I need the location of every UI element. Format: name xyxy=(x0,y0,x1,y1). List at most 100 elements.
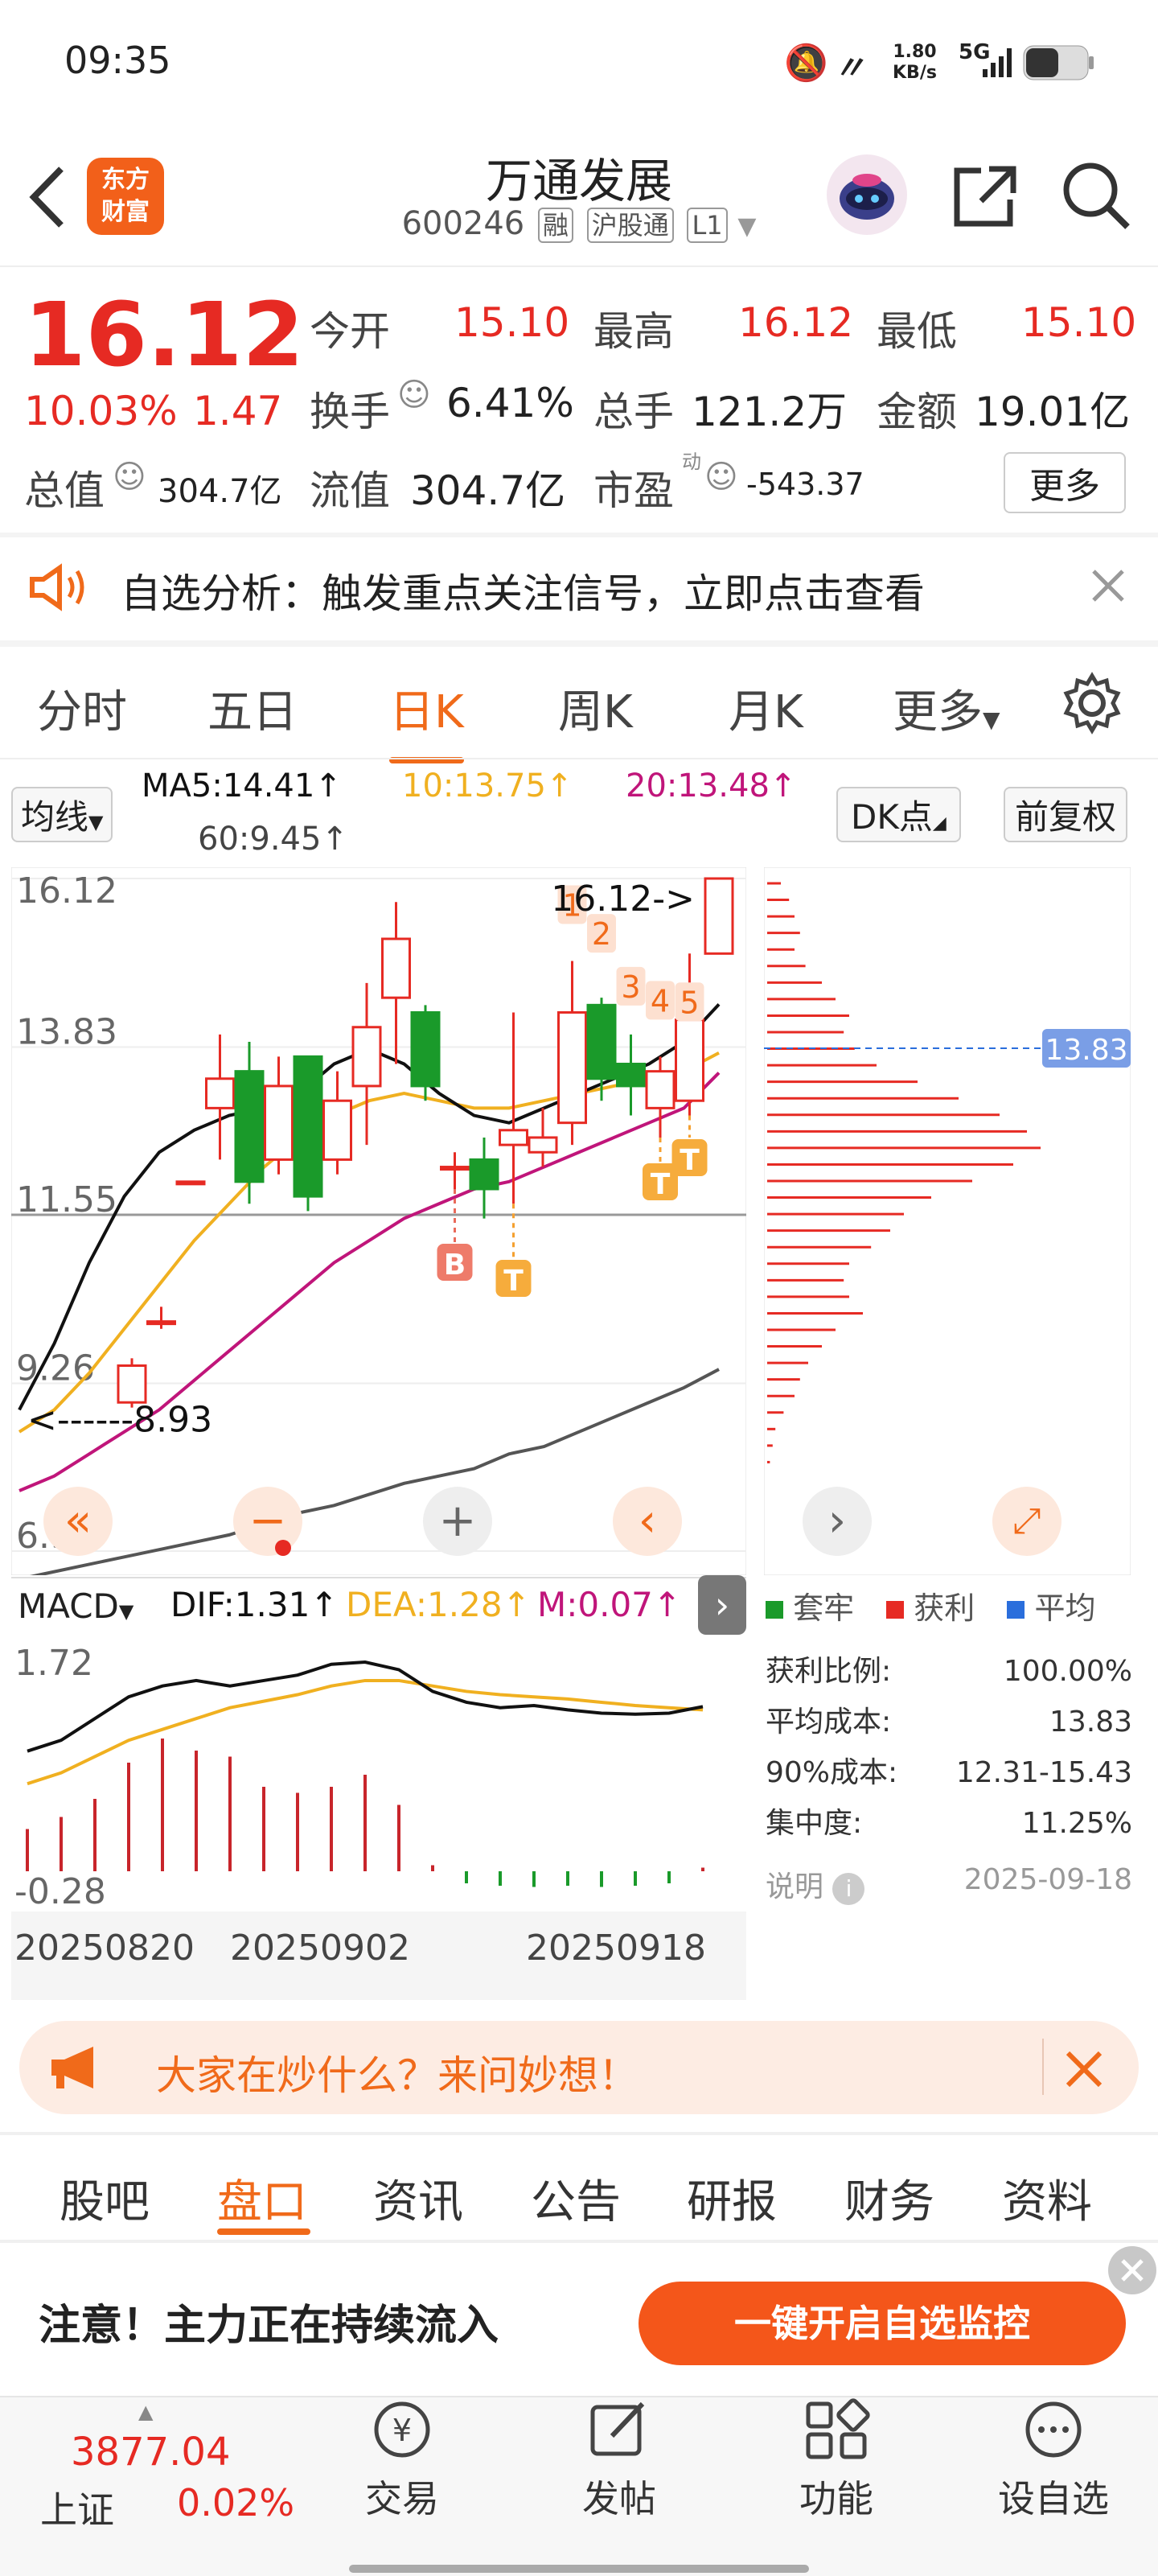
macd-selector[interactable]: MACD▼ xyxy=(11,1585,141,1627)
tab-forum[interactable]: 股吧 xyxy=(60,2166,150,2231)
info-tabs: 股吧 盘口 资讯 公告 研报 财务 资料 xyxy=(0,2135,1158,2240)
dk-point-button[interactable]: DK点◢ xyxy=(836,787,961,842)
pe-label: 市盈 xyxy=(593,467,674,514)
chart-tabs: 分时 五日 日K 周K 月K 更多▼ xyxy=(0,652,1158,763)
nav-functions[interactable]: 功能 xyxy=(756,2397,917,2523)
chip-legend: 套牢 获利 平均 xyxy=(766,1583,1096,1627)
ma-selector[interactable]: 均线▼ xyxy=(11,787,113,842)
chip-stat-row: 获利比例: 100.00% xyxy=(766,1655,1132,1688)
tab-monthly-k[interactable]: 月K xyxy=(729,676,803,741)
zoom-in-button[interactable]: + xyxy=(423,1487,492,1556)
index-name: 上证 xyxy=(40,2488,114,2532)
close-icon[interactable] xyxy=(1090,568,1126,607)
tab-five-day[interactable]: 五日 xyxy=(207,676,298,741)
tab-orderbook[interactable]: 盘口 xyxy=(217,2166,307,2231)
assistant-avatar-icon[interactable] xyxy=(827,154,907,235)
index-change: 0.02% xyxy=(177,2481,295,2525)
mute-icon: 🔕 xyxy=(784,43,828,84)
share-icon[interactable] xyxy=(949,159,1021,235)
chip-stat-row: 90%成本: 12.31-15.43 xyxy=(766,1756,1132,1789)
adjust-button[interactable]: 前复权 xyxy=(1004,787,1128,842)
macd-dif: DIF:1.31↑ xyxy=(170,1585,339,1624)
pe-info-icon[interactable]: ☺ xyxy=(704,459,738,496)
search-icon[interactable] xyxy=(1060,159,1132,235)
promo-close-icon[interactable] xyxy=(1065,2050,1103,2092)
mktcap-info-icon[interactable]: ☺ xyxy=(113,459,146,496)
candle-body xyxy=(117,1364,147,1404)
settings-gear-icon[interactable] xyxy=(1060,671,1124,739)
y-tick-label: 16.12 xyxy=(16,870,117,911)
candle-body xyxy=(205,1077,235,1109)
pe-value: -543.37 xyxy=(746,467,864,502)
chip-frame xyxy=(764,867,1131,1575)
candlestick-chart[interactable]: 16.1213.8311.559.266.98123456BTTT16.12->… xyxy=(11,867,746,1575)
tag-level: L1 xyxy=(687,208,728,243)
legend-avg-swatch xyxy=(1007,1601,1025,1619)
tab-announcements[interactable]: 公告 xyxy=(531,2166,621,2231)
grid-icon xyxy=(806,2398,870,2459)
macd-y-tick: 1.72 xyxy=(14,1643,93,1684)
ma20-value: 20:13.48↑ xyxy=(626,767,797,804)
candle-body xyxy=(175,1180,206,1186)
tab-research[interactable]: 研报 xyxy=(687,2166,777,2231)
candle-body xyxy=(234,1070,265,1183)
prev-button[interactable]: ‹ xyxy=(613,1487,682,1556)
notice-close-icon[interactable] xyxy=(1108,2246,1156,2294)
marker-label: 3 xyxy=(621,969,640,1005)
tab-more[interactable]: 更多▼ xyxy=(893,676,1000,741)
tab-profile[interactable]: 资料 xyxy=(1002,2166,1092,2231)
info-icon[interactable]: ☺ xyxy=(397,377,431,414)
nav-post[interactable]: 发帖 xyxy=(539,2397,700,2523)
zoom-out-button[interactable]: − xyxy=(233,1487,302,1556)
tab-weekly-k[interactable]: 周K xyxy=(558,676,633,741)
active-tab-indicator xyxy=(217,2228,310,2235)
rewind-button[interactable]: « xyxy=(43,1487,113,1556)
fund-flow-notice: 注意！主力正在持续流入 一键开启自选监控 xyxy=(0,2243,1158,2396)
enable-monitor-button[interactable]: 一键开启自选监控 xyxy=(639,2282,1126,2365)
amount-label: 金额 xyxy=(877,389,957,435)
y-tick-label: 9.26 xyxy=(16,1348,95,1389)
x-tick-label: 20250902 xyxy=(230,1928,410,1969)
expand-indicator-button[interactable]: › xyxy=(698,1575,746,1635)
tab-finance[interactable]: 财务 xyxy=(844,2166,934,2231)
chip-note-link[interactable]: 说明 i xyxy=(766,1863,865,1905)
candle-body xyxy=(645,1070,676,1109)
change-amount: 1.47 xyxy=(193,388,283,434)
candle-body xyxy=(557,1010,587,1125)
signal-bars-icon xyxy=(983,47,1016,82)
nav-add-watchlist[interactable]: 设自选 xyxy=(973,2397,1134,2523)
nav-trade[interactable]: ¥ 交易 xyxy=(322,2397,482,2523)
network-speed: 1.80 KB/s xyxy=(893,42,937,83)
tag-margin: 融 xyxy=(537,208,573,243)
candle-body xyxy=(499,1129,528,1146)
signal-label: T xyxy=(651,1168,671,1201)
turnover-label: 换手 xyxy=(310,389,390,435)
more-button[interactable]: 更多 xyxy=(1004,452,1126,513)
last-price: 16.12 xyxy=(24,283,304,386)
chip-footer: 说明 i 2025-09-18 xyxy=(766,1863,1132,1905)
chip-stats: 获利比例: 100.00% 平均成本: 13.83 90%成本: 12.31-15.4… xyxy=(766,1646,1132,1849)
candle-body xyxy=(264,1084,294,1161)
signal-alert-bar[interactable]: 自选分析：触发重点关注信号，立即点击查看 xyxy=(0,536,1158,640)
edit-icon xyxy=(590,2401,645,2456)
index-value[interactable]: 3877.04 xyxy=(71,2430,231,2475)
high-value: 16.12 xyxy=(738,299,854,346)
tab-intraday[interactable]: 分时 xyxy=(37,676,127,741)
next-button[interactable]: › xyxy=(803,1487,872,1556)
tab-news[interactable]: 资讯 xyxy=(373,2166,463,2231)
promo-banner[interactable]: 大家在炒什么？来问妙想！ xyxy=(19,2021,1139,2114)
signal-label: T xyxy=(503,1265,524,1298)
candle-body xyxy=(469,1158,499,1191)
macd-chart[interactable]: 1.72 -0.28 xyxy=(11,1638,746,1911)
tab-daily-k[interactable]: 日K xyxy=(389,676,464,763)
candle-body xyxy=(440,1166,470,1171)
x-axis: 20250820 20250902 20250918 xyxy=(11,1911,746,2000)
chip-distribution-chart: 13.83 xyxy=(764,867,1131,1575)
candle-body xyxy=(381,937,411,999)
macd-m: M:0.07↑ xyxy=(537,1585,682,1624)
notification-dot xyxy=(275,1540,291,1556)
fullscreen-icon[interactable]: ⤢ xyxy=(992,1487,1062,1556)
more-dots-icon xyxy=(1025,2401,1082,2458)
home-indicator xyxy=(349,2565,809,2573)
pe-dynamic-mark: 动 xyxy=(682,451,701,473)
